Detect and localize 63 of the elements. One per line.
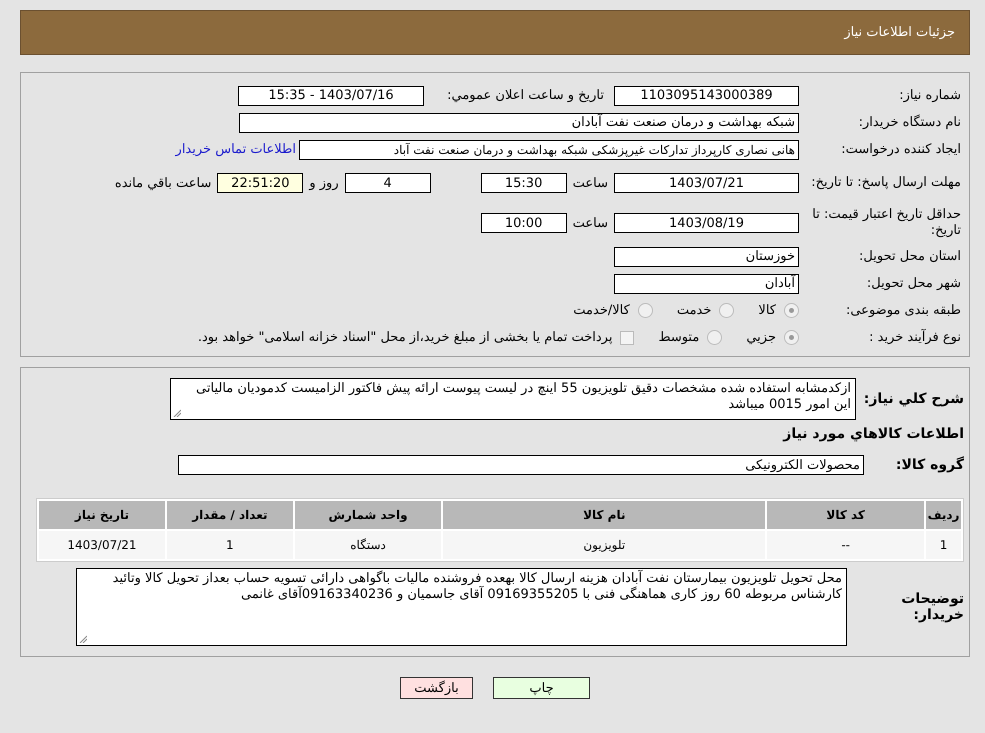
- time-field: 15:30: [480, 173, 567, 193]
- table-cell: دستگاه: [294, 531, 442, 559]
- field-label: ایجاد کننده درخواست:: [840, 142, 961, 158]
- option-label: کالا: [758, 303, 776, 318]
- goods-group-field: محصولات الکترونیکی: [178, 455, 864, 475]
- checkbox[interactable]: [620, 330, 634, 344]
- column-header: نام کالا: [443, 501, 766, 529]
- field-label: نام دستگاه خریدار:: [858, 114, 961, 130]
- option-label: کالا/خدمت: [573, 303, 630, 318]
- field-label: تاریخ و ساعت اعلان عمومي:: [446, 88, 604, 104]
- field-label: توضیحات خریدار:: [900, 591, 964, 623]
- announce-date-field: 1403/07/16 - 15:35: [238, 86, 424, 106]
- buyer-notes-box: محل تحویل تلویزیون بیمارستان نفت آبادان هزینه ارسال کالا بهعده فروشنده مالیات باگواهی دارائی تسویه حساب بعداز تحویل کالا وتائید کارشناس مربوطه 60 روز کاری هماهنگی فنی با 09169355205 آقای جاسمیان و 09163340236آقای غانمی: [76, 568, 847, 646]
- field-label: طبقه بندی موضوعی:: [844, 302, 961, 318]
- back-button[interactable]: بازگشت: [400, 677, 473, 699]
- field-label: نوع فرآیند خرید :: [868, 330, 961, 346]
- radio-button[interactable]: [719, 303, 734, 318]
- column-header: تاریخ نیاز: [39, 501, 165, 529]
- table-cell: --: [767, 531, 924, 559]
- field-label: شماره نیاز:: [898, 88, 961, 104]
- remaining-time-field: 22:51:20: [217, 173, 304, 193]
- province-field: خوزستان: [614, 246, 799, 266]
- field-label: شرح كلي نياز:: [862, 391, 964, 407]
- field-label: شهر محل تحویل:: [866, 276, 961, 292]
- days-label: روز و: [309, 176, 339, 190]
- time-label: ساعت: [572, 216, 608, 230]
- time-field: 10:00: [480, 213, 567, 233]
- column-header: واحد شمارش: [294, 501, 442, 529]
- option-label: خدمت: [676, 303, 712, 318]
- days-field: 4: [344, 173, 431, 193]
- date-field: 1403/07/21: [614, 173, 799, 193]
- resize-grip-icon: [173, 409, 181, 417]
- radio-button[interactable]: [707, 330, 722, 345]
- column-header: تعداد / مقدار: [166, 501, 293, 529]
- header-title: جزئیات اطلاعات نیاز: [844, 25, 955, 40]
- section-heading: اطلاعات كالاهاي مورد نياز: [782, 425, 964, 444]
- radio-button[interactable]: [784, 330, 799, 345]
- date-field: 1403/08/19: [614, 213, 799, 233]
- print-button[interactable]: چاپ: [493, 677, 590, 699]
- contact-link[interactable]: اطلاعات تماس خریدار: [176, 142, 296, 157]
- option-label: متوسط: [658, 330, 700, 345]
- table-cell: 1403/07/21: [39, 531, 165, 559]
- radio-button[interactable]: [784, 303, 799, 318]
- column-header: کد کالا: [767, 501, 924, 529]
- option-label: جزيي: [746, 330, 776, 345]
- field-label: گروه كالا:: [894, 457, 964, 473]
- resize-grip-icon: [79, 635, 87, 643]
- table-cell: تلویزیون: [443, 531, 766, 559]
- creator-field: هانی نصاری کارپرداز تدارکات غیرپزشکی شبکه بهداشت و درمان صنعت نفت آباد: [299, 140, 799, 160]
- need-number-field: 1103095143000389: [614, 86, 799, 106]
- description-box: ازکدمشابه استفاده شده مشخصات دقیق تلویزیون 55 اینچ در لیست پیوست ارائه پیش فاکتور الزامیست کدمودیان مالیاتی این امور 0015 میباشد: [170, 378, 856, 420]
- option-label: پرداخت تمام یا بخشی از مبلغ خرید،از محل "اسناد خزانه اسلامی" خواهد بود.: [198, 330, 612, 345]
- field-label: حداقل تاریخ اعتبار قیمت: تا تاریخ:: [811, 207, 961, 239]
- radio-button[interactable]: [638, 303, 653, 318]
- remaining-label: ساعت باقي مانده: [114, 176, 212, 190]
- time-label: ساعت: [572, 176, 608, 190]
- buyer-field: شبکه بهداشت و درمان صنعت نفت آبادان: [239, 112, 799, 132]
- table-cell: 1: [926, 531, 961, 559]
- field-label: استان محل تحویل:: [858, 248, 961, 264]
- city-field: آبادان: [614, 274, 799, 294]
- column-header: رديف: [926, 501, 961, 529]
- table-cell: 1: [166, 531, 293, 559]
- field-label: مهلت ارسال پاسخ: تا تاریخ:: [810, 175, 961, 191]
